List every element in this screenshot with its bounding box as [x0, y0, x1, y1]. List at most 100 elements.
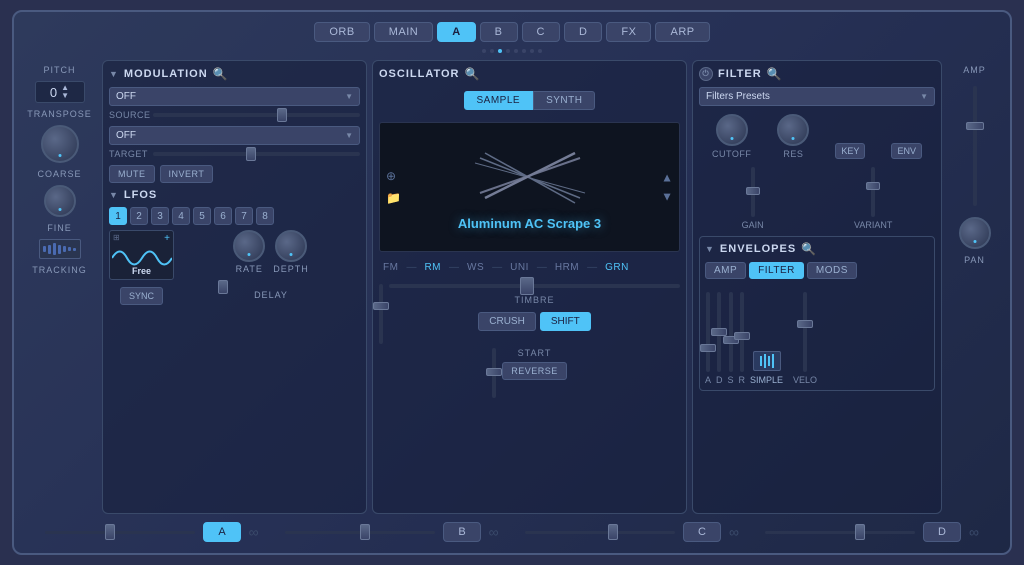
invert-button[interactable]: INVERT: [160, 165, 214, 183]
env-d-fader[interactable]: [717, 292, 721, 372]
lfo-num-5[interactable]: 5: [193, 207, 211, 225]
tab-arp[interactable]: ARP: [655, 22, 709, 42]
bottom-slider-d[interactable]: [765, 531, 915, 534]
pitch-arrows[interactable]: ▲▼: [61, 84, 69, 100]
mute-button[interactable]: MUTE: [109, 165, 155, 183]
cutoff-knob[interactable]: [716, 114, 748, 146]
key-button[interactable]: KEY: [835, 143, 865, 159]
link-icon-b[interactable]: ∞: [489, 524, 499, 540]
crush-shift-row: CRUSH SHIFT: [389, 312, 680, 331]
osc-sub-fm[interactable]: FM: [379, 261, 402, 274]
env-tab-mods[interactable]: MODS: [807, 262, 857, 279]
variant-slider[interactable]: [871, 167, 875, 217]
osc-mode-buttons: SAMPLE SYNTH: [464, 91, 596, 110]
fine-knob-dot: [58, 208, 61, 211]
target-slider[interactable]: [153, 152, 360, 156]
osc-sub-hrm[interactable]: HRM: [551, 261, 583, 274]
filter-power-button[interactable]: ⏻: [699, 67, 713, 81]
velo-fader[interactable]: [803, 292, 807, 372]
osc-vert-fader-left[interactable]: [379, 284, 383, 344]
depth-knob-group: DEPTH: [273, 230, 309, 274]
osc-sub-rm[interactable]: RM: [420, 261, 445, 274]
modulation-header: ▼ MODULATION 🔍: [109, 67, 360, 81]
env-s-fader[interactable]: [729, 292, 733, 372]
dot-b: [506, 49, 510, 53]
osc-sub-ws[interactable]: WS: [463, 261, 488, 274]
osc-icons-left: ⊕ 📁: [386, 169, 401, 205]
osc-up-arrow[interactable]: ▲: [661, 171, 673, 185]
source-dropdown[interactable]: OFF ▼: [109, 87, 360, 106]
tab-b[interactable]: B: [480, 22, 518, 42]
left-strip: PITCH 0 ▲▼ TRANSPOSE COARSE FINE: [22, 60, 97, 514]
lfo-num-3[interactable]: 3: [151, 207, 169, 225]
env-tab-filter[interactable]: FILTER: [749, 262, 804, 279]
depth-knob[interactable]: [275, 230, 307, 262]
shift-button[interactable]: SHIFT: [540, 312, 591, 331]
osc-sub-grn[interactable]: GRN: [601, 261, 633, 274]
osc-synth-btn[interactable]: SYNTH: [533, 91, 595, 110]
env-tab-amp[interactable]: AMP: [705, 262, 746, 279]
link-icon-a[interactable]: ∞: [249, 524, 259, 540]
tab-orb[interactable]: ORB: [314, 22, 369, 42]
tracking-icon[interactable]: [39, 239, 81, 259]
bottom-tab-b-btn[interactable]: B: [443, 522, 480, 542]
folder-icon[interactable]: 📁: [386, 191, 401, 205]
cutoff-group: CUTOFF: [712, 114, 751, 159]
osc-vert-fader-right[interactable]: [492, 348, 496, 398]
sync-button[interactable]: SYNC: [120, 287, 163, 305]
oscillator-zoom-icon[interactable]: 🔍: [464, 67, 480, 81]
filter-presets-dropdown[interactable]: Filters Presets ▼: [699, 87, 935, 106]
reverse-button[interactable]: REVERSE: [502, 362, 567, 380]
lfo-num-7[interactable]: 7: [235, 207, 253, 225]
modulation-zoom-icon[interactable]: 🔍: [213, 67, 229, 81]
bottom-tab-d-btn[interactable]: D: [923, 522, 961, 542]
envelopes-zoom-icon[interactable]: 🔍: [801, 242, 817, 256]
bottom-tab-a-btn[interactable]: A: [203, 522, 240, 542]
link-icon-c[interactable]: ∞: [729, 524, 739, 540]
lfos-section: ▼ LFOS 1 2 3 4 5 6 7 8: [109, 189, 360, 305]
env-r-fader[interactable]: [740, 292, 744, 372]
lfo-numbers: 1 2 3 4 5 6 7 8: [109, 207, 360, 225]
amp-fader[interactable]: [973, 86, 977, 206]
tab-fx[interactable]: FX: [606, 22, 651, 42]
source-slider[interactable]: [153, 113, 360, 117]
rate-knob[interactable]: [233, 230, 265, 262]
osc-icons-right: ▲ ▼: [661, 171, 673, 204]
osc-horiz-slider-top[interactable]: [389, 284, 680, 288]
fine-knob[interactable]: [44, 185, 76, 217]
tab-c[interactable]: C: [522, 22, 560, 42]
pan-knob[interactable]: [959, 217, 991, 249]
lfo-num-2[interactable]: 2: [130, 207, 148, 225]
osc-sub-uni[interactable]: UNI: [506, 261, 533, 274]
bottom-tab-c-btn[interactable]: C: [683, 522, 721, 542]
osc-sample-btn[interactable]: SAMPLE: [464, 91, 534, 110]
lfo-num-6[interactable]: 6: [214, 207, 232, 225]
env-a-fader[interactable]: [706, 292, 710, 372]
velo-label: VELO: [793, 375, 817, 385]
filter-zoom-icon[interactable]: 🔍: [767, 67, 783, 81]
coarse-knob[interactable]: [41, 125, 79, 163]
lfo-num-1[interactable]: 1: [109, 207, 127, 225]
delay-label: DELAY: [182, 290, 360, 300]
start-reverse-section: START REVERSE: [502, 348, 567, 398]
pitch-value-box[interactable]: 0 ▲▼: [35, 81, 85, 103]
osc-sample-name: Aluminum AC Scrape 3: [458, 216, 601, 231]
coarse-label: COARSE: [37, 169, 81, 179]
lfo-num-4[interactable]: 4: [172, 207, 190, 225]
gain-slider[interactable]: [751, 167, 755, 217]
res-knob[interactable]: [777, 114, 809, 146]
bottom-slider-a[interactable]: [45, 531, 195, 534]
crush-button[interactable]: CRUSH: [478, 312, 536, 331]
env-button[interactable]: ENV: [891, 143, 922, 159]
osc-down-arrow[interactable]: ▼: [661, 190, 673, 204]
target-dropdown[interactable]: OFF ▼: [109, 126, 360, 145]
bottom-slider-b[interactable]: [285, 531, 435, 534]
tab-a[interactable]: A: [437, 22, 475, 42]
bottom-slider-c[interactable]: [525, 531, 675, 534]
env-group: ENV: [891, 143, 922, 159]
link-icon-d[interactable]: ∞: [969, 524, 979, 540]
zoom-in-icon[interactable]: ⊕: [386, 169, 401, 183]
tab-main[interactable]: MAIN: [374, 22, 434, 42]
tab-d[interactable]: D: [564, 22, 602, 42]
lfo-num-8[interactable]: 8: [256, 207, 274, 225]
